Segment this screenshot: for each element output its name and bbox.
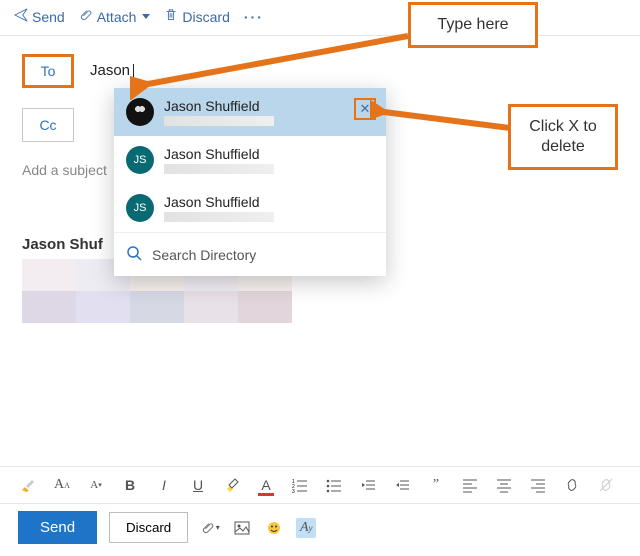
- align-right-button[interactable]: [528, 475, 548, 495]
- discard-button[interactable]: Discard: [109, 512, 188, 543]
- send-icon: [14, 8, 28, 25]
- paperclip-icon: [79, 8, 93, 25]
- close-icon: ✕: [360, 101, 371, 117]
- send-label: Send: [32, 9, 65, 25]
- bulleted-list-button[interactable]: [324, 475, 344, 495]
- underline-button[interactable]: U: [188, 475, 208, 495]
- send-button[interactable]: Send: [18, 511, 97, 544]
- italic-button[interactable]: I: [154, 475, 174, 495]
- send-command[interactable]: Send: [14, 8, 65, 25]
- avatar: JS: [126, 146, 154, 174]
- highlight-button[interactable]: [222, 475, 242, 495]
- discard-command[interactable]: Discard: [164, 8, 229, 25]
- align-left-button[interactable]: [460, 475, 480, 495]
- search-directory[interactable]: Search Directory: [114, 232, 386, 276]
- align-center-button[interactable]: [494, 475, 514, 495]
- emoji-icon[interactable]: [264, 518, 284, 538]
- indent-button[interactable]: [392, 475, 412, 495]
- suggestion-sub: [164, 164, 274, 174]
- numbered-list-button[interactable]: 123: [290, 475, 310, 495]
- avatar: [126, 98, 154, 126]
- paint-format-icon[interactable]: [18, 475, 38, 495]
- remove-link-button[interactable]: [596, 475, 616, 495]
- text-effects-icon[interactable]: Ay: [296, 518, 316, 538]
- suggestion-name: Jason Shuffield: [164, 146, 274, 162]
- attach-inline-icon[interactable]: ▾: [200, 518, 220, 538]
- outdent-button[interactable]: [358, 475, 378, 495]
- suggestion-name: Jason Shuffield: [164, 194, 274, 210]
- more-commands[interactable]: ···: [244, 9, 264, 25]
- search-icon: [126, 245, 142, 264]
- trash-icon: [164, 8, 178, 25]
- to-button[interactable]: To: [22, 54, 74, 88]
- cc-button[interactable]: Cc: [22, 108, 74, 142]
- attach-label: Attach: [97, 9, 137, 25]
- to-input-value[interactable]: Jason: [88, 58, 132, 83]
- suggestion-sub: [164, 116, 274, 126]
- chevron-down-icon: [142, 14, 150, 19]
- suggestion-sub: [164, 212, 274, 222]
- chevron-down-icon: ▾: [216, 523, 220, 532]
- avatar: JS: [126, 194, 154, 222]
- quote-button[interactable]: ”: [426, 475, 446, 495]
- annotation-arrow-1: [130, 30, 420, 100]
- attach-command[interactable]: Attach: [79, 8, 151, 25]
- insert-link-button[interactable]: [562, 475, 582, 495]
- format-toolbar: AA A▾ B I U A 123 ”: [0, 466, 640, 504]
- suggestion-name: Jason Shuffield: [164, 98, 274, 114]
- font-size-up-icon[interactable]: AA: [52, 475, 72, 495]
- svg-text:3: 3: [292, 489, 295, 493]
- font-size-down-icon[interactable]: A▾: [86, 475, 106, 495]
- suggestion-item[interactable]: JS Jason Shuffield: [114, 184, 386, 232]
- action-bar: Send Discard ▾ Ay: [0, 505, 640, 550]
- search-directory-label: Search Directory: [152, 247, 256, 263]
- suggestion-item[interactable]: JS Jason Shuffield: [114, 136, 386, 184]
- discard-label: Discard: [182, 9, 229, 25]
- bold-button[interactable]: B: [120, 475, 140, 495]
- annotation-type-here: Type here: [408, 2, 538, 48]
- annotation-click-x: Click X to delete: [508, 104, 618, 170]
- insert-picture-icon[interactable]: [232, 518, 252, 538]
- annotation-arrow-2: [370, 100, 520, 140]
- people-suggestions-dropdown: Jason Shuffield ✕ JS Jason Shuffield JS …: [114, 88, 386, 276]
- font-color-button[interactable]: A: [256, 475, 276, 495]
